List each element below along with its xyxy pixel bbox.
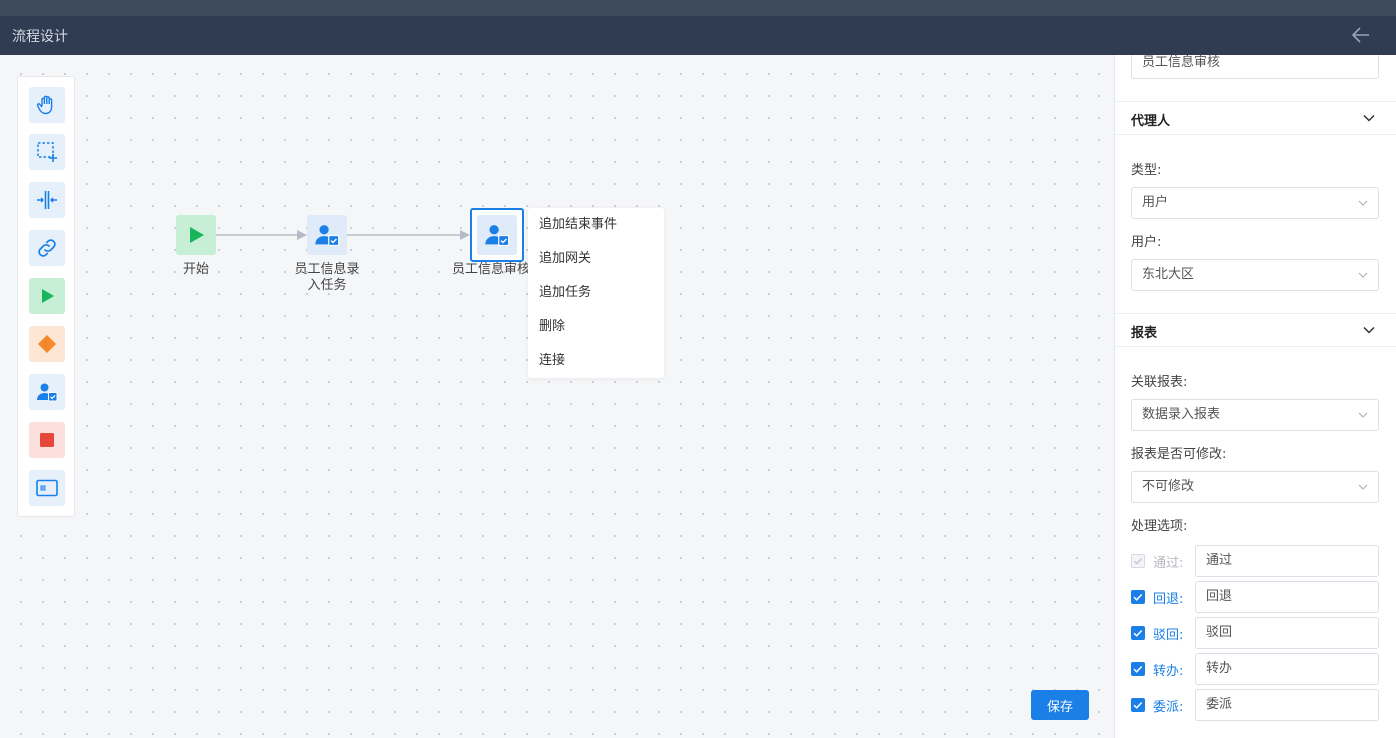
assignee-section-header[interactable]: 代理人 (1115, 101, 1396, 135)
lasso-icon (37, 142, 57, 162)
chevron-down-icon (1358, 412, 1368, 418)
context-menu: 追加结束事件 追加网关 追加任务 删除 连接 (528, 208, 664, 378)
option-input-transfer[interactable]: 转办 (1195, 653, 1379, 685)
option-label: 回退: (1153, 592, 1184, 607)
checkbox-transfer[interactable] (1131, 662, 1145, 676)
select-value: 数据录入报表 (1142, 407, 1221, 422)
option-label: 转办: (1153, 664, 1184, 679)
check-icon (1134, 558, 1143, 565)
chevron-down-icon (1358, 272, 1368, 278)
arrow-left-icon[interactable] (1350, 24, 1372, 46)
diamond-icon (38, 335, 56, 353)
menu-append-gateway[interactable]: 追加网关 (528, 242, 664, 276)
save-button[interactable]: 保存 (1031, 690, 1089, 720)
chevron-down-icon (1358, 484, 1368, 490)
sequence-flows (216, 230, 470, 240)
start-event-label: 开始 (182, 262, 209, 277)
page-title: 流程设计 (12, 29, 68, 45)
play-icon (190, 227, 204, 243)
link-icon (38, 239, 56, 257)
menu-append-task[interactable]: 追加任务 (528, 276, 664, 310)
chevron-down-icon (1363, 326, 1375, 334)
space-tool-button[interactable] (29, 182, 65, 218)
window-top-strip (0, 0, 1396, 16)
checkbox-back[interactable] (1131, 590, 1145, 604)
menu-connect[interactable]: 连接 (528, 344, 664, 378)
user-task-entry-label: 员工信息录 入任务 (282, 262, 372, 294)
option-label: 通过: (1153, 556, 1184, 571)
type-select[interactable]: 用户 (1131, 187, 1379, 219)
diagram-canvas[interactable] (0, 55, 1114, 738)
option-row-transfer: 转办: 转办 (1131, 653, 1381, 685)
select-value: 不可修改 (1142, 479, 1195, 494)
checkbox-delegate[interactable] (1131, 698, 1145, 712)
label-line: 员工信息录 (294, 262, 360, 277)
report-editable-select[interactable]: 不可修改 (1131, 471, 1379, 503)
hand-icon (36, 95, 53, 115)
play-icon (42, 289, 54, 303)
end-event-tool-button[interactable] (29, 422, 65, 458)
user-task-node-review[interactable] (470, 208, 524, 262)
option-input-reject[interactable]: 驳回 (1195, 617, 1379, 649)
user-task-tool-button[interactable] (29, 374, 65, 410)
related-report-label: 关联报表: (1131, 375, 1188, 390)
option-row-back: 回退: 回退 (1131, 581, 1381, 613)
user-task-node-inner (477, 215, 517, 255)
section-title: 报表 (1131, 326, 1158, 341)
related-report-select[interactable]: 数据录入报表 (1131, 399, 1379, 431)
subprocess-tool-button[interactable] (29, 470, 65, 506)
connect-tool-button[interactable] (29, 230, 65, 266)
app-header: 流程设计 (0, 16, 1396, 55)
user-task-icon (315, 225, 340, 247)
stop-icon (40, 433, 54, 447)
menu-delete[interactable]: 删除 (528, 310, 664, 344)
check-icon (1133, 701, 1143, 709)
tool-palette (17, 76, 75, 517)
lasso-tool-button[interactable] (29, 134, 65, 170)
report-section-header[interactable]: 报表 (1115, 313, 1396, 347)
option-label: 驳回: (1153, 628, 1184, 643)
report-editable-label: 报表是否可修改: (1131, 447, 1227, 462)
chevron-down-icon (1358, 200, 1368, 206)
type-label: 类型: (1131, 163, 1162, 178)
section-title: 代理人 (1131, 114, 1171, 129)
option-input-delegate[interactable]: 委派 (1195, 689, 1379, 721)
option-input-pass[interactable]: 通过 (1195, 545, 1379, 577)
option-input-back[interactable]: 回退 (1195, 581, 1379, 613)
user-task-node-entry[interactable] (307, 215, 347, 255)
select-value: 用户 (1142, 195, 1169, 210)
node-name-input[interactable]: 员工信息审核 (1131, 55, 1379, 79)
option-row-delegate: 委派: 委派 (1131, 689, 1381, 721)
select-value: 东北大区 (1142, 267, 1195, 282)
check-icon (1133, 665, 1143, 673)
subprocess-icon (36, 479, 58, 497)
check-icon (1133, 629, 1143, 637)
user-label: 用户: (1131, 235, 1162, 250)
option-row-reject: 驳回: 驳回 (1131, 617, 1381, 649)
properties-panel: 员工信息审核 代理人 类型: 用户 用户: 东北大区 报表 关联报表: 数据录入… (1114, 55, 1396, 738)
start-event-tool-button[interactable] (29, 278, 65, 314)
check-icon (1133, 593, 1143, 601)
user-task-icon (37, 383, 58, 402)
checkbox-reject[interactable] (1131, 626, 1145, 640)
hand-tool-button[interactable] (29, 87, 65, 123)
label-line: 入任务 (307, 278, 347, 293)
menu-append-end-event[interactable]: 追加结束事件 (528, 208, 664, 242)
option-row-pass: 通过: 通过 (1131, 545, 1381, 577)
gateway-tool-button[interactable] (29, 326, 65, 362)
user-task-icon (485, 225, 510, 247)
user-select[interactable]: 东北大区 (1131, 259, 1379, 291)
checkbox-pass[interactable] (1131, 554, 1145, 568)
handle-options-label: 处理选项: (1131, 519, 1188, 534)
start-event-node[interactable] (176, 215, 216, 255)
chevron-down-icon (1363, 114, 1375, 122)
space-icon (37, 191, 57, 209)
option-label: 委派: (1153, 700, 1184, 715)
